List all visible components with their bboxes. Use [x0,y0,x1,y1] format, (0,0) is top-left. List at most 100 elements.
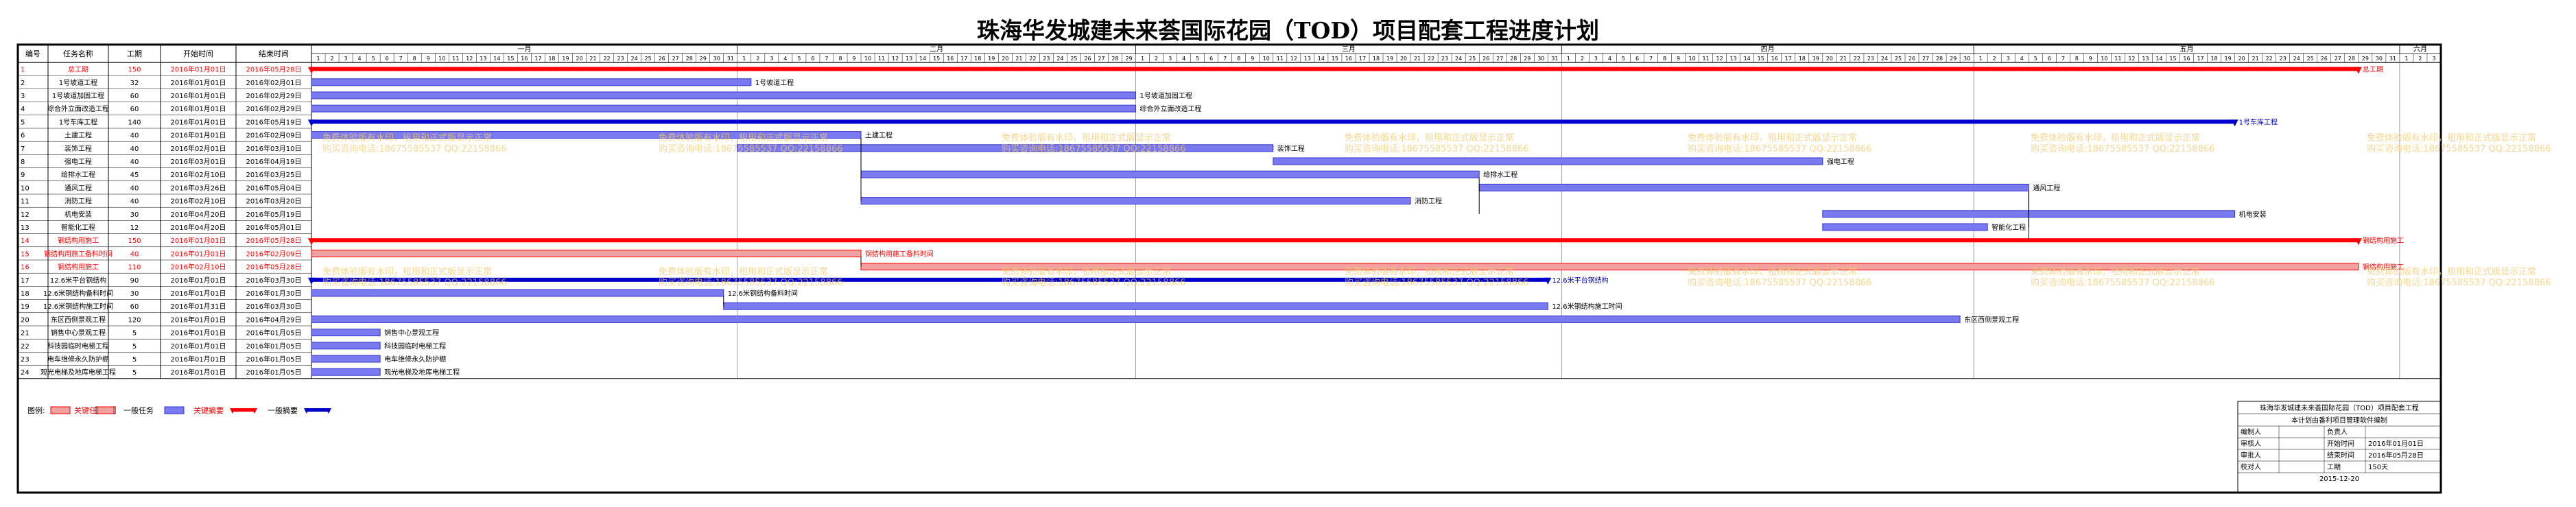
gantt-bar [860,197,1411,205]
table-cell: 12.6米平台钢结构 [50,276,106,285]
day-tick-label: 12 [2128,56,2135,62]
day-tick-label: 18 [974,56,981,62]
watermark-text: 购买咨询电话:18675585537 QQ:22158866 [2031,143,2215,154]
day-tick-label: 21 [589,56,596,62]
day-tick-label: 22 [2266,56,2273,62]
day-tick-label: 12 [1290,56,1297,62]
legend-normal-label: 一般任务 [123,406,154,415]
month-label: 三月 [1342,45,1356,54]
day-tick-label: 6 [2048,56,2051,62]
watermark-text: 购买咨询电话:18675585537 QQ:22158866 [1345,143,1529,154]
watermark-text: 免费体验版有水印，租用和正式版显示正常 [1002,266,1171,277]
day-tick-label: 28 [1111,56,1118,62]
table-cell: 45 [130,172,139,179]
day-tick-label: 25 [645,56,652,62]
gantt-bar [311,91,1137,99]
day-tick-label: 15 [1758,56,1764,62]
day-tick-label: 2 [330,56,333,62]
table-cell: 装饰工程 [64,144,92,153]
table-cell: 2016年03月10日 [246,144,302,153]
day-tick-label: 20 [1826,56,1833,62]
day-tick-label: 13 [1304,56,1311,62]
table-cell: 40 [130,198,139,206]
day-tick-label: 29 [1125,56,1132,62]
day-tick-label: 3 [770,56,773,62]
day-tick-label: 28 [686,56,693,62]
gantt-bar-label: 12.6米钢结构备料时间 [728,289,798,298]
day-tick-label: 14 [1318,56,1325,62]
gantt-bar-label: 机电安装 [2239,210,2267,219]
day-tick-label: 5 [1622,56,1625,62]
day-tick-label: 8 [413,56,416,62]
table-cell: 140 [128,119,141,126]
day-tick-label: 29 [2362,56,2369,62]
day-tick-label: 6 [1209,56,1213,62]
day-tick-label: 26 [2321,56,2328,62]
table-cell: 2016年01月01日 [171,315,226,324]
table-cell: 5 [132,369,137,377]
table-cell: 60 [130,303,139,311]
day-tick-label: 13 [480,56,486,62]
gantt-bar-label: 1号坡道加固工程 [1140,91,1192,100]
day-tick-label: 8 [838,56,842,62]
day-tick-label: 5 [1196,56,1199,62]
day-tick-label: 19 [562,56,569,62]
info-cell: 编制人 [2241,427,2261,436]
gantt-bar [311,289,724,297]
watermark-text: 购买咨询电话:18675585537 QQ:22158866 [2367,143,2551,154]
day-tick-label: 17 [960,56,967,62]
day-tick-label: 9 [1251,56,1254,62]
table-cell: 2016年05月19日 [246,210,302,219]
table-cell: 10 [21,185,29,192]
watermark-text: 免费体验版有水印，租用和正式版显示正常 [659,266,828,277]
gantt-bar-label: 消防工程 [1415,197,1442,206]
info-cell: 工期 [2327,463,2341,471]
legend-title: 图例: [27,405,45,415]
table-cell: 机电安装 [64,210,92,219]
table-cell: 6 [21,132,25,140]
table-cell: 60 [130,106,139,113]
day-tick-label: 2 [756,56,759,62]
gantt-bar [1478,183,2029,191]
table-cell: 23 [21,356,29,364]
table-cell: 40 [130,132,139,140]
table-cell: 通风工程 [64,184,92,192]
day-tick-label: 25 [2307,56,2314,62]
table-cell: 5 [132,330,137,338]
day-tick-label: 16 [947,56,954,62]
day-tick-label: 7 [1223,56,1227,62]
table-cell: 2016年01月01日 [171,249,226,258]
day-tick-label: 21 [1840,56,1847,62]
day-tick-label: 22 [603,56,610,62]
day-tick-label: 1 [2404,56,2408,62]
day-tick-label: 21 [1015,56,1022,62]
watermark-text: 免费体验版有水印，租用和正式版显示正常 [2031,132,2200,143]
watermark-text: 免费体验版有水印，租用和正式版显示正常 [322,132,492,143]
gantt-bar-label: 1号坡道工程 [755,78,794,87]
day-tick-label: 10 [438,56,445,62]
table-cell: 30 [130,211,139,219]
table-cell: 科技园临时电梯工程 [47,342,109,351]
watermark-text: 免费体验版有水印，租用和正式版显示正常 [1345,266,1514,277]
legend-normal-summary-label: 一般摘要 [268,405,298,415]
table-cell: 40 [130,250,139,258]
gantt-bar [311,329,381,337]
table-cell: 2016年02月09日 [246,249,302,258]
table-cell: 20 [21,316,29,324]
table-cell: 1 [21,67,25,74]
gantt-summary-bar [311,238,2359,243]
legend-normal-summary-swatch [306,408,329,412]
day-tick-label: 18 [1799,56,1806,62]
gantt-bar-label: 智能化工程 [1992,223,2026,232]
table-cell: 17 [21,277,29,285]
table-cell: 3 [21,93,25,100]
day-tick-label: 1 [1141,56,1144,62]
day-tick-label: 14 [1744,56,1751,62]
gantt-bar [311,315,1961,323]
table-cell: 2016年05月04日 [246,183,302,192]
day-tick-label: 16 [1345,56,1352,62]
gantt-bar-label: 科技园临时电梯工程 [384,342,446,351]
table-cell: 2016年01月05日 [246,342,302,351]
info-box-title: 珠海华发城建未来荟国际花园（TOD）项目配套工程 [2260,403,2419,412]
table-cell: 钢结构用施工备料时间 [44,249,113,258]
